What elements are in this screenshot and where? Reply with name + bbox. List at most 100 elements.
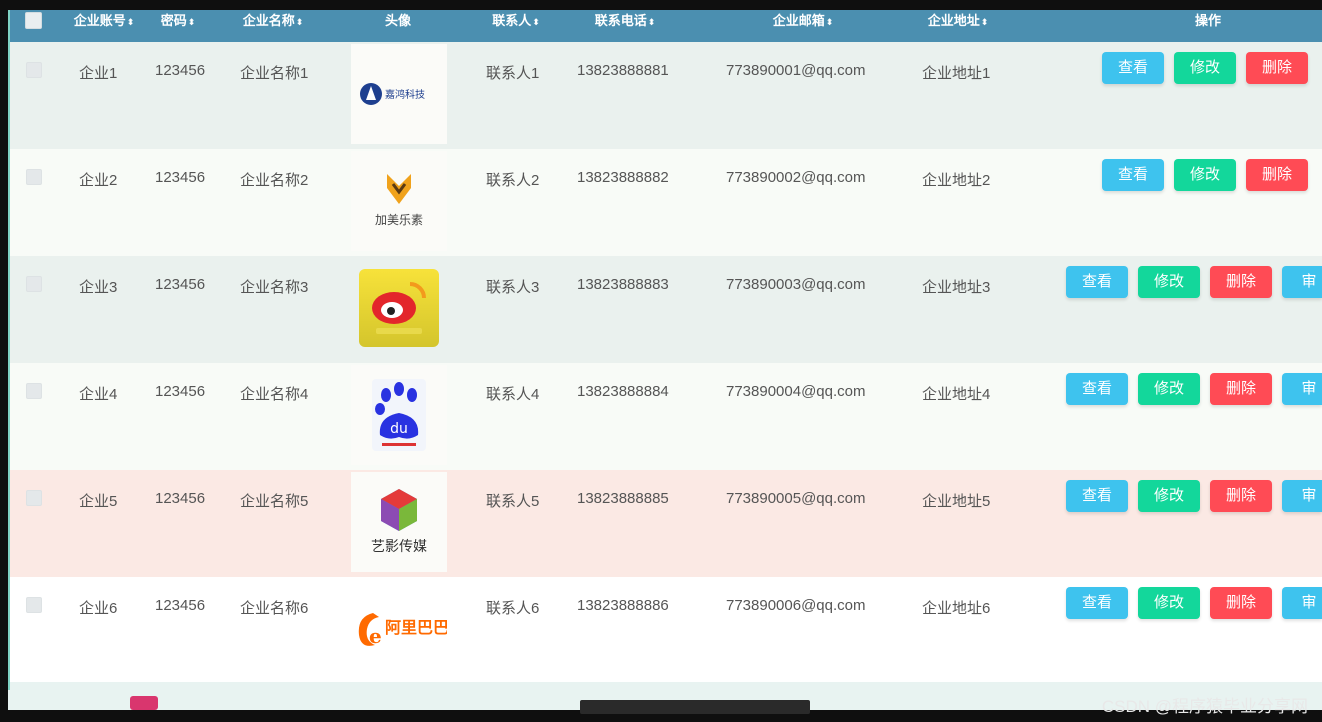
svg-text:e: e [369,624,382,648]
delete-button[interactable]: 删除 [1210,587,1272,619]
cell-password: 123456 [155,490,206,507]
edit-button[interactable]: 修改 [1138,266,1200,298]
cell-address: 企业地址6 [922,600,991,617]
cell-contact: 联系人2 [486,172,540,189]
cell-contact: 联系人6 [486,600,540,617]
sort-icon: ⬍ [647,17,656,27]
edit-button[interactable]: 修改 [1138,480,1200,512]
header-password[interactable]: 密码⬍ [148,10,208,34]
sort-icon: ⬍ [825,17,834,27]
row-checkbox[interactable] [26,62,42,78]
row-checkbox[interactable] [26,169,42,185]
cut-off-heading [580,700,810,714]
cell-account: 企业2 [79,172,118,189]
audit-button[interactable]: 审核 [1282,587,1322,619]
cell-address: 企业地址1 [922,65,991,82]
view-button[interactable]: 查看 [1066,373,1128,405]
cell-name: 企业名称3 [240,279,309,296]
row-checkbox[interactable] [26,490,42,506]
logo-text: 嘉鸿科技 [385,88,425,101]
view-button[interactable]: 查看 [1066,480,1128,512]
cell-contact: 联系人3 [486,279,540,296]
cell-contact: 联系人4 [486,386,540,403]
cell-address: 企业地址2 [922,172,991,189]
cell-contact: 联系人1 [486,65,540,82]
cell-password: 123456 [155,276,206,293]
left-border [8,10,10,690]
audit-button[interactable]: 审核 [1282,373,1322,405]
company-logo: du [351,365,447,465]
cell-account: 企业1 [79,65,118,82]
cell-password: 123456 [155,597,206,614]
header-address[interactable]: 企业地址⬍ [913,10,1003,34]
cell-phone: 13823888885 [577,490,669,507]
cell-email: 773890006@qq.com [726,597,866,614]
sort-icon: ⬍ [532,17,540,27]
cell-email: 773890001@qq.com [726,62,866,79]
company-logo: e 阿里巴巴 [351,579,447,679]
cell-name: 企业名称1 [240,65,309,82]
cell-phone: 13823888884 [577,383,669,400]
header-email[interactable]: 企业邮箱⬍ [758,10,848,34]
cell-name: 企业名称4 [240,386,309,403]
jiahong-logo-icon: 嘉鸿科技 [360,83,425,105]
delete-button[interactable]: 删除 [1210,266,1272,298]
row-checkbox[interactable] [26,383,42,399]
cell-address: 企业地址5 [922,493,991,510]
logo-text: du [390,421,408,437]
delete-button[interactable]: 删除 [1246,52,1308,84]
cell-address: 企业地址4 [922,386,991,403]
row-checkbox[interactable] [26,597,42,613]
header-account[interactable]: 企业账号⬍ [64,10,144,34]
company-logo: 加美乐素 [351,151,447,251]
weibo-logo-icon [359,269,439,347]
header-name[interactable]: 企业名称⬍ [228,10,318,34]
delete-button[interactable]: 删除 [1246,159,1308,191]
view-button[interactable]: 查看 [1066,266,1128,298]
select-all-checkbox[interactable] [25,12,42,29]
header-actions: 操作 [1194,13,1221,28]
edit-button[interactable]: 修改 [1138,587,1200,619]
cell-account: 企业6 [79,600,118,617]
cell-account: 企业4 [79,386,118,403]
sort-icon: ⬍ [295,17,304,27]
table-row: 企业4 123456 企业名称4 du 联系人4 13823888884 773… [8,363,1322,470]
audit-button[interactable]: 审核 [1282,480,1322,512]
jiameile-logo-icon: 加美乐素 [375,174,423,227]
cell-password: 123456 [155,169,206,186]
watermark: CSDN @程序猿毕业分享网 [1101,697,1308,716]
view-button[interactable]: 查看 [1066,587,1128,619]
cell-email: 773890004@qq.com [726,383,866,400]
row-checkbox[interactable] [26,276,42,292]
cell-email: 773890005@qq.com [726,490,866,507]
bottom-badge [130,696,158,710]
view-button[interactable]: 查看 [1102,52,1164,84]
cell-name: 企业名称5 [240,493,309,510]
logo-text: 艺影传媒 [371,539,427,555]
cell-name: 企业名称2 [240,172,309,189]
delete-button[interactable]: 删除 [1210,480,1272,512]
view-button[interactable]: 查看 [1102,159,1164,191]
cell-account: 企业3 [79,279,118,296]
cell-email: 773890003@qq.com [726,276,866,293]
cell-phone: 13823888883 [577,276,669,293]
cell-email: 773890002@qq.com [726,169,866,186]
cell-address: 企业地址3 [922,279,991,296]
table-row: 企业2 123456 企业名称2 加美乐素 联系人2 13823888882 7… [8,149,1322,256]
delete-button[interactable]: 删除 [1210,373,1272,405]
company-logo: 嘉鸿科技 [351,44,447,144]
edit-button[interactable]: 修改 [1138,373,1200,405]
cell-password: 123456 [155,383,206,400]
header-phone[interactable]: 联系电话⬍ [580,10,670,34]
edit-button[interactable]: 修改 [1174,159,1236,191]
audit-button[interactable]: 审核 [1282,266,1322,298]
cell-phone: 13823888886 [577,597,669,614]
logo-text: 加美乐素 [375,213,423,227]
cell-password: 123456 [155,62,206,79]
edit-button[interactable]: 修改 [1174,52,1236,84]
sort-icon: ⬍ [187,17,196,27]
header-contact[interactable]: 联系人⬍ [476,10,556,34]
table-row: 企业6 123456 企业名称6 e 阿里巴巴 联系人6 13823888886… [8,577,1322,682]
alibaba-logo-icon: e 阿里巴巴 [358,613,447,648]
cell-account: 企业5 [79,493,118,510]
